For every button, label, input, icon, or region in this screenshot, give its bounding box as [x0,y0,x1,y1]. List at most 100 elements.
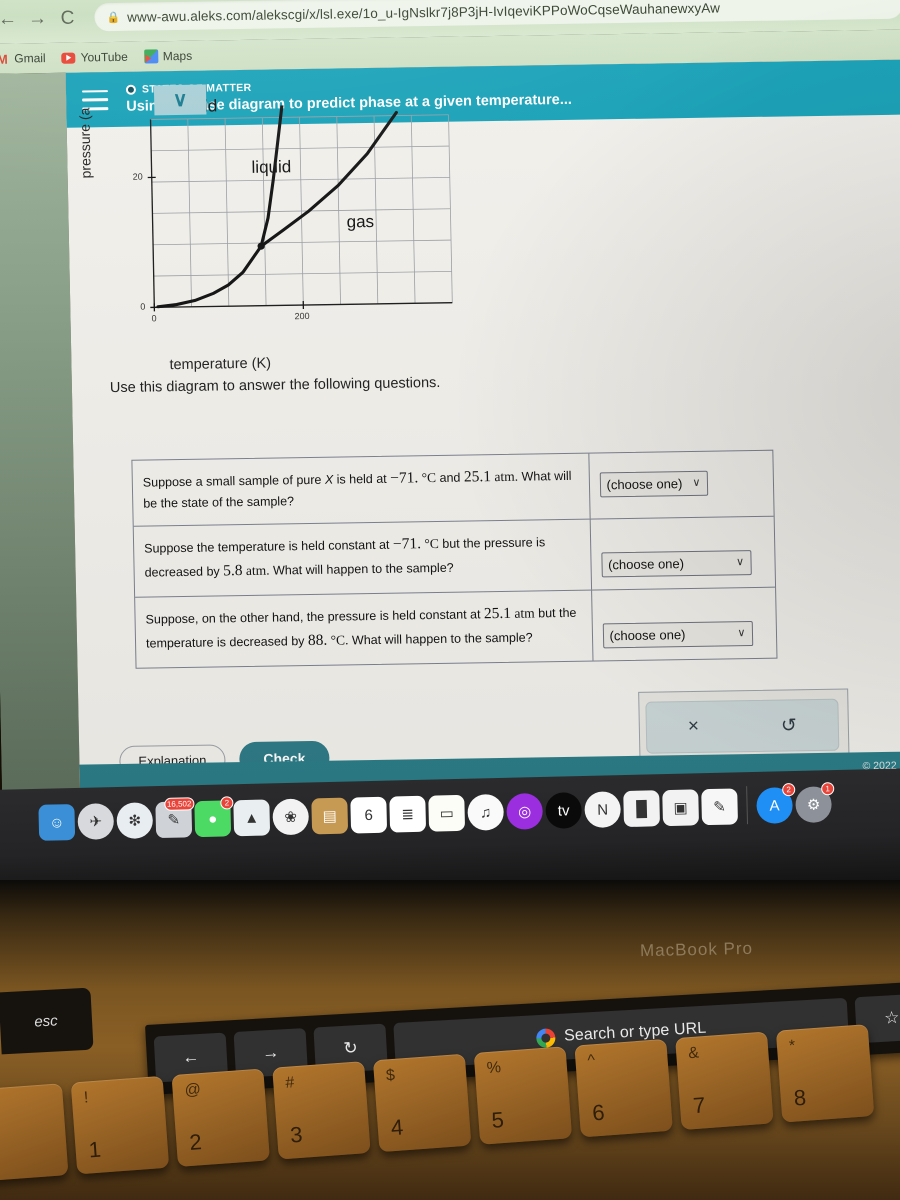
chevron-down-icon: ∨ [692,476,701,490]
safari-icon[interactable]: ❇ [116,802,154,840]
phase-answer-dropdown[interactable]: ∨ [153,84,207,116]
dock-icon-glyph: ❀ [284,808,298,827]
answer-dropdown-2-value: (choose one) [607,555,685,573]
dock-badge: 1 [821,782,835,796]
q1-temp: −71. [390,469,419,487]
xtick-200: 200 [294,310,310,322]
dock-icon-glyph: ❇ [128,812,142,830]
maps-icon[interactable]: ▲ [233,799,271,837]
mail-icon[interactable]: ✎ 16,502 [155,797,195,839]
dock-icon-glyph: █ [636,800,648,818]
key-upper-label: % [486,1059,502,1078]
key-upper-label: @ [184,1081,202,1100]
dock-icon-glyph: 6 [364,806,374,824]
q2-temp: −71. [392,535,422,554]
dock-icon-glyph: ● [208,810,218,828]
dock-icon-glyph: ◎ [517,803,532,821]
dock-icon-glyph: ♫ [479,803,492,821]
launchpad-icon[interactable]: ✈ [77,803,115,840]
esc-key[interactable]: esc [0,987,94,1055]
key-lower-label: 8 [792,1084,807,1111]
q3-t0: Suppose, on the other hand, the pressure… [145,607,485,627]
lock-icon: 🔒 [106,11,121,24]
gmail-icon: M [0,51,8,67]
keynote-icon[interactable]: ▣ [662,789,700,827]
keyboard-key[interactable]: #3 [272,1061,371,1160]
reload-icon[interactable]: C [52,2,83,32]
numbers-icon[interactable]: █ [623,790,661,828]
keyboard-key[interactable]: ~` [0,1083,69,1182]
answer-dropdown-3[interactable]: (choose one) ∨ [602,621,753,649]
back-arrow-icon[interactable]: ← [0,3,23,33]
key-upper-label: ! [83,1089,89,1107]
table-row: Suppose the temperature is held constant… [133,517,776,599]
q1-t2: is held at [333,471,391,487]
q3-t6: What will happen to the sample? [348,630,533,648]
notes-icon[interactable]: ▭ [428,794,466,832]
phase-diagram-svg [147,102,453,312]
dock-icon-glyph: ▣ [673,799,688,817]
address-bar[interactable]: 🔒 www-awu.aleks.com/alekscgi/x/lsl.exe/1… [94,0,900,32]
macbook-brand-label: MacBook Pro [639,938,754,961]
ytick-20: 20 [132,171,143,182]
app-store-icon[interactable]: A2 [756,783,796,824]
calendar-icon[interactable]: 6 [350,796,388,834]
bookmark-gmail[interactable]: M Gmail [0,51,46,66]
q1-press: 25.1 [463,468,492,486]
back-arrow-icon: ← [181,1047,200,1067]
bookmark-label: Gmail [14,51,46,66]
messages-icon[interactable]: ● 2 [194,796,234,838]
podcasts-icon[interactable]: ◎ [506,792,544,830]
keyboard-key[interactable]: & 7 [675,1031,774,1130]
answer-dropdown-2[interactable]: (choose one) ∨ [600,550,752,578]
table-row: Suppose a small sample of pure X is held… [132,450,774,528]
key-upper-label: ^ [586,1052,596,1070]
appletv-icon[interactable]: tv [545,792,583,829]
keyboard-key[interactable]: @2 [171,1068,270,1167]
pages-icon[interactable]: ✎ [701,788,739,826]
question-prompt-2: Suppose the temperature is held constant… [133,519,592,598]
key-lower-label: 1 [87,1136,102,1163]
q2-t6: What will happen to the sample? [269,561,454,579]
photos-icon[interactable]: ❀ [272,798,310,836]
system-preferences-icon[interactable]: ⚙ 1 [795,782,835,824]
question-prompt-3: Suppose, on the other hand, the pressure… [135,590,594,669]
bookmark-label: YouTube [80,49,128,65]
q1-t5: and [435,470,465,485]
key-lower-label: 2 [188,1129,203,1156]
bookmark-maps[interactable]: Maps [143,49,192,64]
keyboard-key[interactable]: * 8 [775,1024,875,1123]
key-upper-label: & [687,1044,700,1063]
contacts-icon[interactable]: ▤ [311,797,349,835]
chevron-down-icon: ∨ [735,556,745,569]
keyboard-key[interactable]: % 5 [473,1046,573,1145]
bookmark-youtube[interactable]: YouTube [61,49,128,65]
finder-icon[interactable]: ☺ [38,804,76,841]
dock-icon-glyph: N [597,800,609,819]
q2-temp-unit: °C [420,536,439,552]
music-icon[interactable]: ♫ [467,793,505,831]
dock-icon-glyph: ✎ [713,798,727,816]
q3-press-unit: atm [510,605,535,622]
news-icon[interactable]: N [584,791,622,828]
dock-icon-glyph: ✈ [89,813,103,831]
q3-temp-unit: °C. [327,632,349,649]
youtube-icon [61,51,76,65]
keyboard-key[interactable]: ^ 6 [574,1038,673,1138]
reminders-icon[interactable]: ≣ [389,795,427,833]
question-answer-1: (choose one) ∨ [589,451,774,519]
dock-icon-glyph: ▲ [244,809,260,827]
forward-arrow-icon: → [261,1042,280,1063]
q1-press-unit: atm. [490,468,519,485]
forward-arrow-icon[interactable]: → [22,3,53,33]
question-answer-2: (choose one) ∨ [590,517,775,590]
undo-icon[interactable]: ↺ [781,714,797,737]
answer-dropdown-1-value: (choose one) [606,475,683,492]
keyboard-key[interactable]: ! 1 [70,1075,170,1175]
answer-dropdown-1[interactable]: (choose one) ∨ [599,470,708,498]
close-icon[interactable]: × [688,716,700,738]
keyboard-key[interactable]: $4 [372,1053,472,1153]
dock-badge: 2 [220,796,234,810]
dock-icon-glyph: ≣ [401,806,415,824]
key-lower-label: 3 [289,1121,304,1148]
